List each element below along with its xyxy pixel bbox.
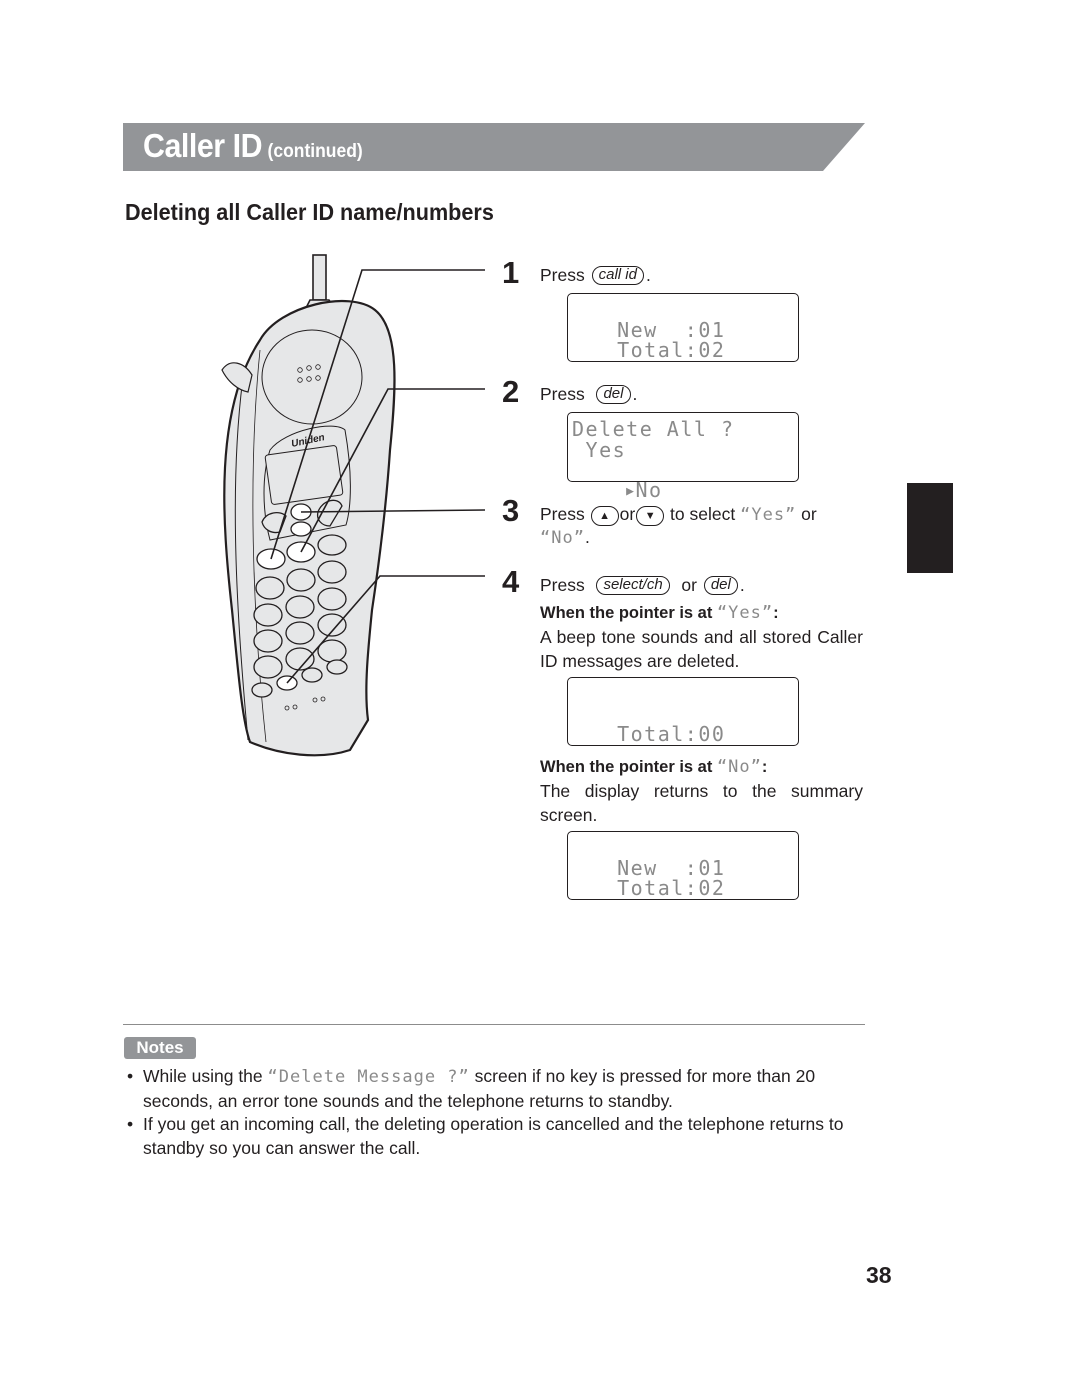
step-4-instruction: Press select/ch or del. <box>540 574 745 598</box>
step-4-number: 4 <box>502 564 520 599</box>
press-label: Press <box>540 504 585 524</box>
chapter-title: Caller ID (continued) <box>143 127 363 165</box>
punctuation: . <box>632 384 638 404</box>
step-3-instruction: Press ▲ or ▼ to select “Yes” or <box>540 503 817 527</box>
page-number: 38 <box>866 1262 892 1288</box>
notes-list: • While using the “Delete Message ?” scr… <box>125 1065 865 1160</box>
del-key: del <box>596 385 631 404</box>
lcd-line-3-text: No <box>635 478 663 502</box>
punctuation: . <box>584 527 590 547</box>
heading-prefix: When the pointer is at <box>540 758 713 776</box>
outcome-yes-heading: When the pointer is at “Yes”: <box>540 603 779 623</box>
outcome-no-text: The display returns to the summary scree… <box>540 781 863 825</box>
up-arrow-key-icon: ▲ <box>590 506 619 527</box>
lcd-display-total-zero: Total:00 <box>567 677 799 746</box>
option-yes: “Yes” <box>740 505 797 525</box>
heading-colon: : <box>773 604 779 622</box>
lcd-line-2: Yes <box>572 438 627 462</box>
call-id-key: call id <box>591 266 644 285</box>
lcd-display-summary-return: New :01 Total:02 <box>567 831 799 900</box>
note-lcd-text: “Delete Message ?” <box>267 1067 470 1087</box>
note-item: • While using the “Delete Message ?” scr… <box>125 1065 865 1113</box>
down-arrow-key-icon: ▼ <box>636 506 665 527</box>
to-select-label: to select <box>670 504 736 524</box>
or-label: or <box>681 575 697 595</box>
lcd-line-2: Total:02 <box>590 338 726 362</box>
lcd-line-2: Total:02 <box>590 876 726 900</box>
lcd-line-1: New :01 <box>590 318 726 342</box>
outcome-yes-text: A beep tone sounds and all stored Caller… <box>540 627 863 671</box>
or-label-2: or <box>801 504 817 524</box>
heading-prefix: When the pointer is at <box>540 604 713 622</box>
step-3-number: 3 <box>502 493 520 528</box>
earpiece <box>261 329 363 425</box>
del-key: del <box>703 576 738 595</box>
select-ch-key: select/ch <box>596 576 670 595</box>
step-1-number: 1 <box>502 255 520 290</box>
press-label: Press <box>540 265 585 285</box>
step-2-number: 2 <box>502 374 520 409</box>
notes-badge: Notes <box>124 1037 196 1059</box>
section-title: Deleting all Caller ID name/numbers <box>125 199 494 225</box>
chapter-side-tab <box>907 483 953 573</box>
step-3-instruction-cont: “No”. <box>540 526 590 550</box>
notes-divider <box>123 1024 865 1025</box>
heading-value-no: “No” <box>716 757 762 777</box>
option-no: “No” <box>540 528 585 548</box>
note-text: If you get an incoming call, the deletin… <box>143 1114 844 1158</box>
bullet-icon: • <box>127 1066 134 1086</box>
or-label: or <box>619 504 636 524</box>
lcd-line-1: New :01 <box>590 856 726 880</box>
chapter-header-bar: Caller ID (continued) <box>123 123 865 171</box>
punctuation: . <box>645 265 651 285</box>
note-item: • If you get an incoming call, the delet… <box>125 1113 865 1160</box>
step-1-instruction: Press call id. <box>540 264 651 288</box>
lcd-display-delete-all: Delete All ? Yes ▶No <box>567 412 799 500</box>
step-2-instruction: Press del. <box>540 383 637 407</box>
pointer-icon: ▶ <box>626 484 636 499</box>
note-text: While using the <box>143 1066 263 1086</box>
heading-value-yes: “Yes” <box>716 603 774 623</box>
outcome-no-heading: When the pointer is at “No”: <box>540 757 767 777</box>
handset-illustration: Uniden <box>221 254 486 757</box>
chapter-title-text: Caller ID <box>143 127 263 164</box>
press-label: Press <box>540 384 585 404</box>
bullet-icon: • <box>127 1114 134 1134</box>
punctuation: . <box>739 575 745 595</box>
lcd-display-summary: New :01 Total:02 <box>567 293 799 362</box>
heading-colon: : <box>761 758 768 776</box>
chapter-title-continued: (continued) <box>267 141 363 162</box>
lcd-line-2: Total:00 <box>590 722 726 746</box>
lcd-line-1: Delete All ? <box>572 417 735 441</box>
press-label: Press <box>540 575 585 595</box>
